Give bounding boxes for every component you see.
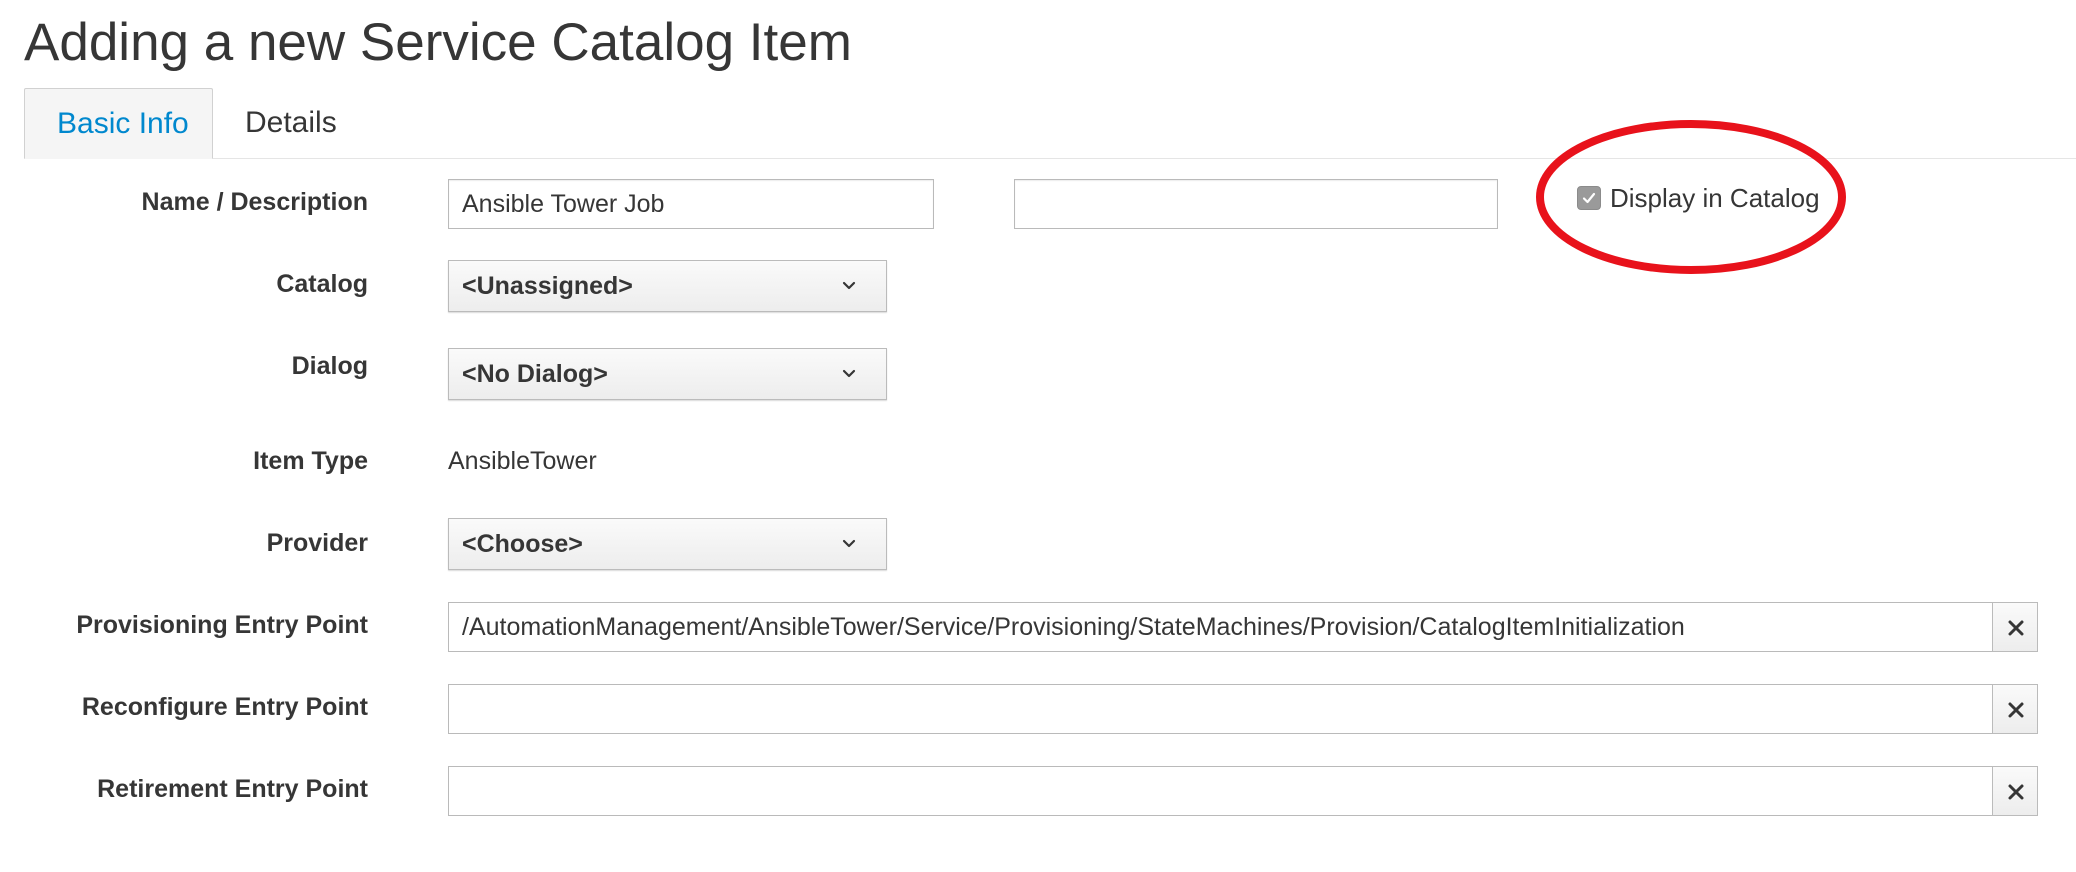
dialog-selected-value: <No Dialog>: [462, 360, 608, 388]
reconfigure-entry-point-input[interactable]: [448, 684, 1993, 734]
item-type-label: Item Type: [253, 447, 368, 475]
provider-label: Provider: [266, 529, 368, 557]
checkmark-icon: [1582, 192, 1596, 204]
item-type-value: AnsibleTower: [448, 447, 597, 475]
provisioning-entry-point-clear-button[interactable]: [1992, 602, 2038, 652]
chevron-down-icon: [842, 539, 856, 548]
retirement-entry-point-label: Retirement Entry Point: [97, 775, 368, 803]
page-title: Adding a new Service Catalog Item: [24, 13, 852, 72]
provider-selected-value: <Choose>: [462, 530, 583, 558]
tab-bar: Basic Info Details: [24, 88, 2076, 159]
name-input[interactable]: [448, 179, 934, 229]
name-description-label: Name / Description: [141, 188, 368, 216]
tab-details[interactable]: Details: [213, 88, 369, 158]
tab-basic-info[interactable]: Basic Info: [24, 88, 213, 159]
reconfigure-entry-point-clear-button[interactable]: [1992, 684, 2038, 734]
catalog-select[interactable]: <Unassigned>: [448, 260, 887, 312]
close-icon: [2008, 702, 2024, 718]
reconfigure-entry-point-label: Reconfigure Entry Point: [81, 693, 368, 721]
provisioning-entry-point-label: Provisioning Entry Point: [76, 611, 368, 639]
chevron-down-icon: [842, 369, 856, 378]
description-input[interactable]: [1014, 179, 1498, 229]
provisioning-entry-point-input[interactable]: /AutomationManagement/AnsibleTower/Servi…: [448, 602, 1993, 652]
catalog-label: Catalog: [276, 270, 368, 298]
retirement-entry-point-clear-button[interactable]: [1992, 766, 2038, 816]
display-in-catalog-label: Display in Catalog: [1610, 183, 1820, 213]
dialog-select[interactable]: <No Dialog>: [448, 348, 887, 400]
chevron-down-icon: [842, 281, 856, 290]
dialog-label: Dialog: [291, 352, 368, 380]
close-icon: [2008, 784, 2024, 800]
provider-select[interactable]: <Choose>: [448, 518, 887, 570]
catalog-selected-value: <Unassigned>: [462, 272, 633, 300]
display-in-catalog-checkbox[interactable]: [1577, 186, 1601, 210]
retirement-entry-point-input[interactable]: [448, 766, 1993, 816]
close-icon: [2008, 620, 2024, 636]
